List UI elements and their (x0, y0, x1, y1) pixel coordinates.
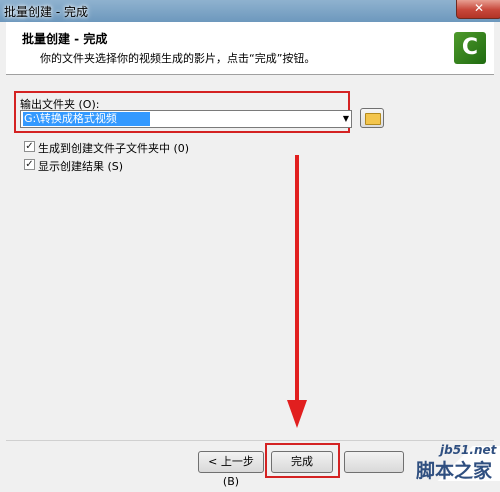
checkbox-show-results-box[interactable]: ✓ (24, 159, 35, 170)
output-folder-value: G:\转换成格式视频 (23, 112, 150, 126)
cancel-button-partial[interactable] (344, 451, 404, 473)
back-button[interactable]: < 上一步 (B) (198, 451, 264, 488)
wizard-header: 批量创建 - 完成 你的文件夹选择你的视频生成的影片，点击“完成”按钮。 C (6, 22, 494, 75)
annotation-arrow-head-icon (287, 400, 307, 428)
close-icon: ✕ (473, 1, 485, 15)
annotation-arrow-shaft (295, 155, 299, 403)
camtasia-logo-icon: C (454, 32, 486, 64)
close-button[interactable]: ✕ (456, 0, 500, 19)
browse-folder-button[interactable] (360, 108, 384, 128)
finish-button[interactable]: 完成 (271, 451, 333, 473)
window-title: 批量创建 - 完成 (4, 5, 88, 19)
folder-open-icon (365, 113, 381, 125)
checkbox-subfolder-box[interactable]: ✓ (24, 141, 35, 152)
chevron-down-icon[interactable]: ▼ (343, 112, 349, 126)
watermark-url: jb51.net (440, 443, 497, 457)
watermark-text: 脚本之家 (416, 460, 493, 482)
output-folder-select[interactable]: G:\转换成格式视频 ▼ (20, 110, 352, 128)
page-description: 你的文件夹选择你的视频生成的影片，点击“完成”按钮。 (40, 52, 316, 65)
page-title: 批量创建 - 完成 (22, 32, 108, 46)
title-bar: 批量创建 - 完成 ✕ (0, 0, 500, 22)
checkbox-subfolder-label: 生成到创建文件子文件夹中 (0) (38, 142, 190, 155)
checkbox-show-results-label: 显示创建结果 (S) (38, 160, 124, 173)
